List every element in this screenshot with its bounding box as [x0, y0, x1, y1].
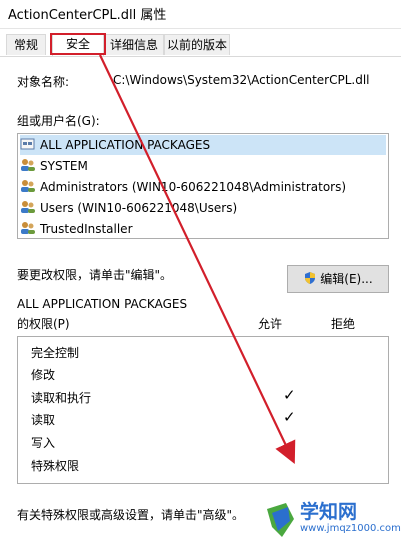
tab-general[interactable]: 常规	[6, 34, 46, 55]
permissions-for-subtitle: 的权限(P)	[17, 317, 70, 331]
user-item[interactable]: Users (WIN10-606221048\Users)	[20, 198, 237, 218]
tab-security[interactable]: 安全	[52, 33, 104, 56]
user-item-label: ALL APPLICATION PACKAGES	[40, 138, 211, 152]
user-group-icon	[20, 179, 36, 193]
tab-strip: 常规 安全 详细信息 以前的版本	[0, 33, 401, 57]
window-title: ActionCenterCPL.dll 属性	[8, 8, 167, 23]
shield-icon	[303, 268, 317, 284]
permission-name: 特殊权限	[31, 459, 80, 473]
object-name-value: C:\Windows\System32\ActionCenterCPL.dll	[113, 73, 370, 87]
users-listbox[interactable]: ALL APPLICATION PACKAGES SYSTEM Administ…	[17, 133, 389, 239]
permission-name: 修改	[31, 368, 56, 382]
edit-button[interactable]: 编辑(E)...	[287, 265, 389, 293]
deny-header: 拒绝	[331, 317, 356, 331]
package-icon	[20, 137, 36, 151]
edit-button-label: 编辑(E)...	[320, 272, 373, 286]
user-group-icon	[20, 200, 36, 214]
allow-header: 允许	[258, 317, 283, 331]
permissions-for-title: ALL APPLICATION PACKAGES	[17, 297, 188, 311]
user-item-label: TrustedInstaller	[40, 222, 133, 236]
title-bar: ActionCenterCPL.dll 属性	[0, 0, 401, 29]
permission-name: 读取和执行	[31, 391, 92, 405]
watermark-text: 学知网	[300, 501, 358, 523]
allow-check-icon: ✓	[283, 408, 296, 426]
permissions-list: 完全控制 修改 读取和执行 读取 写入 特殊权限 ✓ ✓	[17, 336, 389, 484]
permission-name: 完全控制	[31, 346, 80, 360]
user-item[interactable]: ALL APPLICATION PACKAGES	[20, 135, 386, 155]
user-item[interactable]: Administrators (WIN10-606221048\Administ…	[20, 177, 346, 197]
object-name-label: 对象名称:	[17, 75, 70, 89]
advanced-hint: 有关特殊权限或高级设置，请单击"高级"。	[17, 508, 245, 522]
allow-check-icon: ✓	[283, 386, 296, 404]
user-item-label: SYSTEM	[40, 159, 88, 173]
user-item[interactable]: SYSTEM	[20, 156, 88, 176]
tab-previous-versions[interactable]: 以前的版本	[164, 34, 230, 55]
user-group-icon	[20, 221, 36, 235]
user-group-icon	[20, 158, 36, 172]
watermark-url: www.jmqz1000.com	[300, 523, 401, 534]
watermark: 学知网 www.jmqz1000.com	[262, 497, 401, 545]
permission-name: 读取	[31, 413, 56, 427]
change-permission-hint: 要更改权限，请单击"编辑"。	[17, 268, 173, 282]
permission-name: 写入	[31, 436, 56, 450]
user-item-label: Users (WIN10-606221048\Users)	[40, 201, 238, 215]
user-item-label: Administrators (WIN10-606221048\Administ…	[40, 180, 347, 194]
user-item[interactable]: TrustedInstaller	[20, 219, 133, 239]
group-users-label: 组或用户名(G):	[17, 114, 100, 128]
watermark-logo-icon	[267, 503, 294, 537]
tab-details[interactable]: 详细信息	[104, 34, 164, 55]
